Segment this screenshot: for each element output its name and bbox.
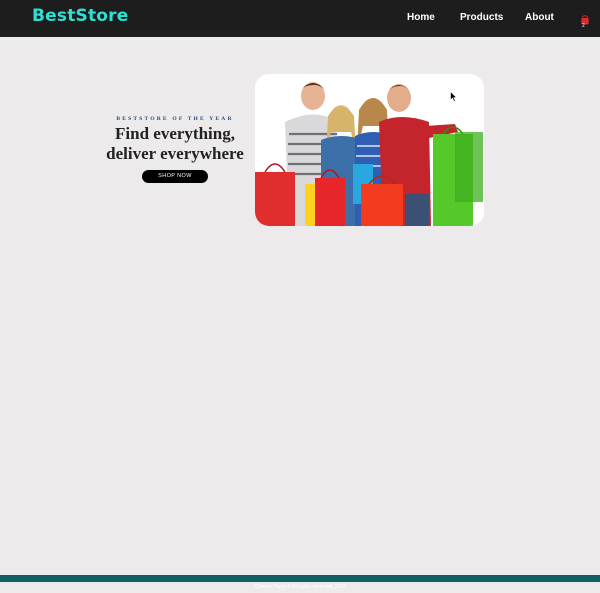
nav-link-products[interactable]: Products [460, 12, 503, 23]
hero-text: BESTSTORE OF THE YEAR Find everything, d… [95, 116, 255, 183]
hero-eyebrow: BESTSTORE OF THE YEAR [116, 116, 234, 122]
cart-button[interactable]: 2 [580, 12, 590, 30]
hero-headline-line2: deliver everywhere [106, 144, 244, 163]
footer: Clément Hurel © All rights reserved, 202… [0, 575, 600, 590]
mouse-cursor-icon [450, 89, 458, 107]
shop-now-button[interactable]: SHOP NOW [142, 170, 208, 183]
brand-logo[interactable]: BestStore [32, 6, 129, 26]
nav-link-about[interactable]: About [525, 12, 554, 23]
cart-count: 2 [582, 23, 585, 29]
footer-copyright: Clément Hurel © All rights reserved, 202… [253, 584, 347, 590]
hero-headline: Find everything, deliver everywhere [95, 124, 255, 164]
hero-headline-line1: Find everything, [115, 124, 235, 143]
nav-link-home[interactable]: Home [407, 12, 435, 23]
navbar: BestStore Home Products About 2 [0, 0, 600, 37]
